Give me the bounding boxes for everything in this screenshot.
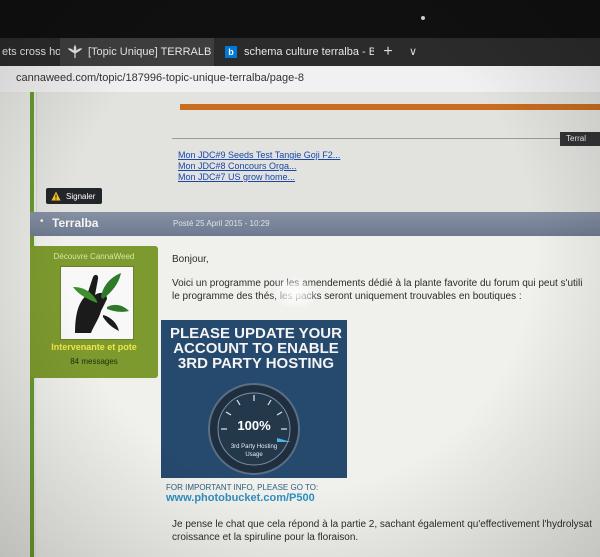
signature-link[interactable]: Mon JDC#7 US grow home... (178, 172, 295, 182)
post-date: Posté 25 April 2015 - 10:29 (173, 219, 270, 228)
user-rank: Découvre CannaWeed (53, 252, 135, 261)
post-image-placeholder: PLEASE UPDATE YOUR ACCOUNT TO ENABLE 3RD… (161, 320, 347, 478)
headline-line: PLEASE UPDATE YOUR (170, 325, 342, 342)
user-profile-card: Découvre CannaWeed Intervenante et pote … (30, 246, 158, 378)
browser-tab-bar: ets cross ho [Topic Unique] TERRALB ✕ b … (0, 38, 600, 66)
chevron-down-icon[interactable]: ∨ (404, 38, 422, 66)
orange-divider (180, 104, 600, 110)
post-text-line: le programme des thés, les packs seront … (172, 291, 522, 302)
user-message-count: 84 messages (70, 357, 118, 366)
signature-user-button[interactable]: Terral (560, 132, 600, 146)
bing-icon: b (224, 45, 238, 59)
warning-icon (51, 191, 61, 201)
post-text-line: Je pense le chat que cela répond à la pa… (172, 519, 593, 530)
tab-label: schema culture terralba - Bi (244, 46, 374, 58)
headline-line: 3RD PARTY HOSTING (177, 355, 335, 372)
tab-schema-culture[interactable]: b schema culture terralba - Bi (218, 38, 374, 66)
post-author[interactable]: Terralba (52, 216, 98, 230)
post-text-line: Voici un programme pour les amendements … (172, 278, 583, 289)
headline-line: ACCOUNT TO ENABLE (173, 340, 339, 357)
webcam-dot (421, 16, 425, 20)
signature-separator (172, 138, 600, 139)
screen: ets cross ho [Topic Unique] TERRALB ✕ b … (0, 0, 600, 557)
tab-topic-terralba[interactable]: [Topic Unique] TERRALB ✕ (60, 38, 214, 66)
image-notice: FOR IMPORTANT INFO, PLEASE GO TO: (166, 483, 319, 492)
image-url: www.photobucket.com/P500 (166, 492, 315, 504)
post-header: • Terralba Posté 25 April 2015 - 10:29 (30, 212, 600, 236)
report-button[interactable]: Signaler (46, 188, 103, 204)
new-tab-icon[interactable]: + (378, 38, 398, 66)
screen-glare (270, 276, 320, 310)
address-bar[interactable]: cannaweed.com/topic/187996-topic-unique-… (0, 66, 600, 93)
avatar[interactable] (60, 266, 134, 340)
image-headline: PLEASE UPDATE YOUR ACCOUNT TO ENABLE 3RD… (167, 326, 345, 371)
url-text[interactable]: cannaweed.com/topic/187996-topic-unique-… (16, 72, 304, 84)
monitor-bezel (0, 0, 600, 42)
bullet-icon: • (40, 216, 44, 227)
signature-link[interactable]: Mon JDC#9 Seeds Test Tangie Goji F2... (178, 150, 340, 160)
post-text-line: Bonjour, (172, 254, 209, 265)
tab-label: [Topic Unique] TERRALB (88, 46, 212, 58)
tab-label: ets cross ho (2, 46, 60, 58)
gauge-icon: 100% 3rd Party Hosting Usage (208, 383, 300, 475)
tab-ets-cross[interactable]: ets cross ho (0, 38, 60, 66)
signature-link[interactable]: Mon JDC#8 Concours Orga... (178, 161, 297, 171)
page-content: Terral Mon JDC#9 Seeds Test Tangie Goji … (0, 92, 600, 557)
cannabis-leaf-icon (68, 45, 82, 59)
gauge-caption: Usage (245, 452, 263, 458)
user-title: Intervenante et pote (51, 342, 137, 352)
gauge-caption: 3rd Party Hosting (231, 444, 277, 450)
gauge-value: 100% (237, 418, 271, 433)
report-label: Signaler (66, 191, 96, 201)
post-text-line: croissance et la spiruline pour la flora… (172, 532, 359, 543)
